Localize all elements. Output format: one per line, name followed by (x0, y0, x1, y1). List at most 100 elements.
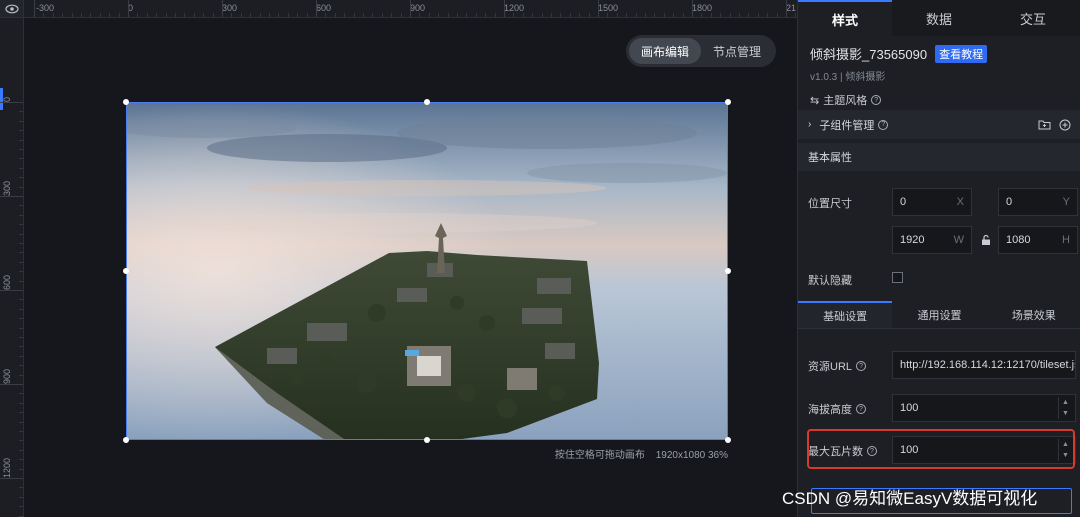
resize-handle[interactable] (725, 268, 731, 274)
theme-style-row[interactable]: ⇆ 主题风格 ? (798, 83, 1080, 108)
tab-data[interactable]: 数据 (892, 0, 986, 36)
add-circle-icon[interactable] (1059, 119, 1071, 131)
ruler-tick (19, 346, 23, 348)
resize-handle[interactable] (123, 437, 129, 443)
ruler-tick (137, 13, 139, 17)
ruler-tick (19, 487, 23, 489)
panel-tabs: 样式 数据 交互 (798, 0, 1080, 36)
editor-root: -300 0 300 600 900 1200 1500 1800 21 0 3… (0, 0, 1080, 517)
oblique-photography-component[interactable] (126, 102, 728, 440)
ruler-tick (71, 13, 73, 17)
unlock-ratio-icon[interactable] (980, 233, 992, 251)
width-input[interactable]: 1920 W (892, 226, 972, 254)
ruler-tick (692, 0, 693, 17)
tab-general-settings[interactable]: 通用设置 (892, 301, 986, 328)
ruler-tick (19, 149, 23, 150)
altitude-value: 100 (900, 402, 919, 414)
resource-url-value: http://192.168.114.12:12170/tileset.json (900, 359, 1076, 371)
ruler-label: 300 (222, 3, 238, 13)
ruler-tick (19, 158, 23, 160)
ruler-tick (682, 13, 684, 17)
ruler-tick (19, 177, 23, 179)
ruler-tick (19, 299, 23, 301)
ruler-tick (287, 13, 289, 17)
altitude-stepper[interactable]: ▲ ▼ (1058, 397, 1072, 419)
ruler-tick (739, 13, 740, 17)
height-value: 1080 (1006, 234, 1031, 246)
ruler-tick (19, 468, 23, 470)
help-icon[interactable]: ? (871, 95, 882, 105)
resource-url-label: 资源URL (808, 361, 853, 373)
vertical-ruler[interactable]: 0 300 600 900 1200 (0, 18, 24, 517)
resize-handle[interactable] (725, 99, 731, 105)
component-name: 倾斜摄影_73565090 (810, 47, 928, 62)
help-icon[interactable]: ? (878, 119, 889, 130)
canvas-area[interactable]: 画布编辑 节点管理 按住空格可拖动画布 1920x1080 36% (24, 18, 797, 517)
tab-canvas-edit[interactable]: 画布编辑 (629, 38, 702, 64)
ruler-tick (410, 0, 411, 17)
ruler-tick (353, 13, 355, 17)
ruler-tick (222, 0, 223, 17)
ruler-tick (0, 102, 23, 103)
ruler-tick (34, 0, 35, 17)
x-input[interactable]: 0 X (892, 188, 972, 216)
tab-node-management[interactable]: 节点管理 (701, 38, 773, 64)
ruler-tick (710, 13, 712, 17)
width-suffix: W (953, 234, 964, 246)
canvas-status: 按住空格可拖动画布 1920x1080 36% (547, 446, 728, 461)
ruler-tick (62, 13, 64, 17)
ruler-tick (654, 13, 656, 17)
y-suffix: Y (1062, 196, 1070, 208)
resize-handle[interactable] (424, 437, 430, 443)
tab-basic-settings[interactable]: 基础设置 (798, 301, 893, 328)
sub-component-label: 子组件管理 (819, 119, 875, 132)
tab-interaction[interactable]: 交互 (986, 0, 1080, 36)
horizontal-ruler[interactable]: -300 0 300 600 900 1200 1500 1800 21 (24, 0, 797, 18)
resource-url-input[interactable]: http://192.168.114.12:12170/tileset.json (892, 351, 1076, 379)
help-icon[interactable]: ? (856, 361, 867, 371)
tab-scene-effects[interactable]: 场景效果 (987, 301, 1080, 328)
help-icon[interactable]: ? (856, 404, 866, 414)
y-input[interactable]: 0 Y (998, 188, 1078, 216)
sub-component-management[interactable]: › 子组件管理 ? (798, 110, 1080, 139)
ruler-tick (19, 308, 23, 310)
ruler-tick (19, 139, 23, 141)
default-hidden-checkbox[interactable] (892, 272, 903, 283)
ruler-tick (0, 196, 23, 197)
ruler-label: -300 (36, 3, 55, 13)
ruler-tick (560, 13, 562, 17)
settings-subtabs: 基础设置 通用设置 场景效果 (798, 301, 1080, 329)
ruler-label: 300 (2, 180, 12, 196)
3d-scene-preview (127, 103, 727, 439)
resize-handle[interactable] (123, 268, 129, 274)
chevron-down-icon[interactable]: ▼ (1059, 408, 1072, 419)
ruler-tick (532, 13, 534, 17)
ruler-tick (757, 13, 759, 17)
ruler-tick (128, 0, 129, 17)
ruler-tick (19, 261, 23, 263)
ruler-tick (776, 13, 778, 17)
chevron-right-icon: › (808, 119, 812, 130)
ruler-tick (729, 13, 731, 17)
view-tutorial-button[interactable]: 查看教程 (935, 44, 988, 63)
ruler-tick (626, 13, 628, 17)
folder-add-icon[interactable] (1038, 119, 1051, 130)
ruler-tick (447, 13, 449, 17)
resize-handle[interactable] (123, 99, 129, 105)
height-input[interactable]: 1080 H (998, 226, 1078, 254)
ruler-tick (19, 318, 23, 320)
ruler-tick (504, 0, 505, 17)
ruler-tick (551, 13, 552, 17)
ruler-tick (203, 13, 205, 17)
resize-handle[interactable] (424, 99, 430, 105)
altitude-input[interactable]: 100 ▲ ▼ (892, 394, 1076, 422)
resize-handle[interactable] (725, 437, 731, 443)
ruler-tick (720, 13, 722, 17)
ruler-tick (19, 421, 23, 423)
tab-style[interactable]: 样式 (798, 0, 892, 36)
chevron-up-icon[interactable]: ▲ (1059, 397, 1072, 408)
ruler-tick (278, 13, 280, 17)
ruler-tick (363, 13, 364, 17)
ruler-toggle[interactable] (0, 0, 24, 18)
ruler-label: 900 (2, 368, 12, 384)
